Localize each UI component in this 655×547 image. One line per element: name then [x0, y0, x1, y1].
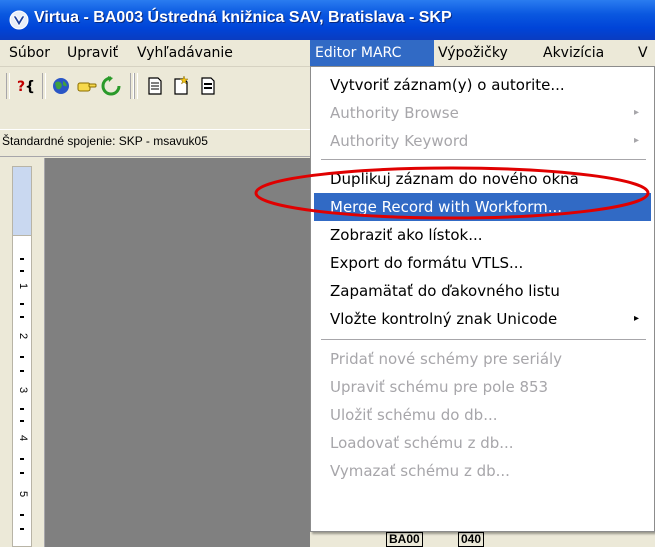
- ruler-tick: [20, 514, 24, 516]
- menu-item-vymazat-schemu[interactable]: Vymazať schému z db...: [314, 457, 651, 485]
- globe-icon[interactable]: [50, 75, 72, 97]
- menu-item-authority-browse[interactable]: Authority Browse ▸: [314, 99, 651, 127]
- document-list-icon[interactable]: [196, 75, 218, 97]
- svg-text:?: ?: [17, 79, 25, 95]
- menu-item-upravit-schemu[interactable]: Upraviť schému pre pole 853: [314, 373, 651, 401]
- menu-akvizicia[interactable]: Akvizícia: [538, 40, 609, 66]
- ruler-selection: [12, 166, 32, 236]
- connection-status: Štandardné spojenie: SKP - msavuk05: [2, 134, 208, 148]
- new-document-icon[interactable]: [170, 75, 192, 97]
- toolbar-grip[interactable]: [6, 73, 10, 99]
- query-icon[interactable]: ? {: [16, 75, 38, 97]
- menu-item-merge-record[interactable]: Merge Record with Workform...: [314, 193, 651, 221]
- connection-status-bar: Štandardné spojenie: SKP - msavuk05: [0, 129, 310, 157]
- ruler-label-2: 2: [17, 332, 29, 340]
- menu-item-zapamatat[interactable]: Zapamätať do ďakovného listu: [314, 277, 651, 305]
- toolbar-separator-2: [134, 73, 138, 99]
- menu-item-vlozte-unicode[interactable]: Vložte kontrolný znak Unicode ▸: [314, 305, 651, 333]
- menu-separator: [321, 159, 646, 161]
- menu-item-label: Vymazať schému z db...: [330, 462, 510, 480]
- menu-item-export-vtls[interactable]: Export do formátu VTLS...: [314, 249, 651, 277]
- record-strip: BA00 040: [310, 530, 655, 547]
- menu-item-label: Zapamätať do ďakovného listu: [330, 282, 560, 300]
- menu-item-label: Vložte kontrolný znak Unicode: [330, 310, 558, 328]
- editor-marc-dropdown: Vytvoriť záznam(y) o autorite... Authori…: [310, 66, 655, 532]
- menu-item-duplikuj-zaznam[interactable]: Duplikuj záznam do nového okna: [314, 165, 651, 193]
- menu-bar: Súbor Upraviť Vyhľadávanie Editor MARC V…: [0, 40, 655, 67]
- ruler-label-4: 4: [17, 434, 29, 442]
- menu-upravit[interactable]: Upraviť: [62, 40, 123, 66]
- menu-item-label: Authority Browse: [330, 104, 459, 122]
- document-icon[interactable]: [144, 75, 166, 97]
- svg-text:{: {: [25, 79, 35, 95]
- menu-item-label: Loadovať schému z db...: [330, 434, 514, 452]
- record-cell[interactable]: 040: [458, 532, 485, 547]
- ruler-label-1: 1: [17, 282, 29, 290]
- toolbar: ? {: [0, 67, 310, 127]
- menu-item-label: Export do formátu VTLS...: [330, 254, 524, 272]
- menu-vypozicky[interactable]: Výpožičky: [433, 40, 513, 66]
- menu-item-vytvorit-zaznam-o-autorite[interactable]: Vytvoriť záznam(y) o autorite...: [314, 71, 651, 99]
- menu-separator: [321, 339, 646, 341]
- menu-item-label: Vytvoriť záznam(y) o autorite...: [330, 76, 565, 94]
- menu-item-pridat-schemy[interactable]: Pridať nové schémy pre seriály: [314, 345, 651, 373]
- menu-item-label: Merge Record with Workform...: [330, 198, 563, 216]
- submenu-arrow-icon: ▸: [633, 107, 639, 118]
- menu-item-label: Uložiť schému do db...: [330, 406, 498, 424]
- ruler-tick: [20, 356, 24, 358]
- menu-item-label: Upraviť schému pre pole 853: [330, 378, 549, 396]
- ruler-label-3: 3: [17, 386, 29, 394]
- vertical-ruler: 1 2 3 4 5: [0, 158, 45, 547]
- submenu-arrow-icon: ▸: [633, 135, 639, 146]
- toolbar-separator: [42, 73, 46, 99]
- menu-item-zobrazit-ako-listok[interactable]: Zobraziť ako lístok...: [314, 221, 651, 249]
- title-bar[interactable]: Virtua - BA003 Ústredná knižnica SAV, Br…: [0, 0, 655, 40]
- application-window: Virtua - BA003 Ústredná knižnica SAV, Br…: [0, 0, 655, 547]
- menu-item-label: Authority Keyword: [330, 132, 469, 150]
- menu-item-label: Zobraziť ako lístok...: [330, 226, 483, 244]
- document-workspace[interactable]: [45, 158, 310, 547]
- ruler-tick: [20, 370, 24, 372]
- menu-vyhladavanie[interactable]: Vyhľadávanie: [132, 40, 238, 66]
- ruler-tick: [20, 528, 24, 530]
- ruler-tick: [20, 472, 24, 474]
- menu-item-label: Duplikuj záznam do nového okna: [330, 170, 579, 188]
- menu-item-ulozit-schemu[interactable]: Uložiť schému do db...: [314, 401, 651, 429]
- record-cell[interactable]: BA00: [386, 532, 423, 547]
- submenu-arrow-icon: ▸: [633, 313, 639, 324]
- menu-item-authority-keyword[interactable]: Authority Keyword ▸: [314, 127, 651, 155]
- window-title: Virtua - BA003 Ústredná knižnica SAV, Br…: [34, 9, 452, 26]
- menu-more[interactable]: V: [633, 40, 653, 66]
- hand-pointer-icon[interactable]: [76, 75, 98, 97]
- ruler-tick: [20, 303, 24, 305]
- ruler-tick: [20, 258, 24, 260]
- virtua-app-icon: [9, 10, 29, 30]
- menu-editor-marc[interactable]: Editor MARC: [310, 40, 434, 66]
- menu-item-loadovat-schemu[interactable]: Loadovať schému z db...: [314, 429, 651, 457]
- ruler-label-5: 5: [17, 490, 29, 498]
- ruler-tick: [20, 316, 24, 318]
- menu-subor[interactable]: Súbor: [4, 40, 55, 66]
- ruler-tick: [20, 458, 24, 460]
- ruler-tick: [20, 420, 24, 422]
- ruler-tick: [20, 270, 24, 272]
- menu-item-label: Pridať nové schémy pre seriály: [330, 350, 563, 368]
- ruler-tick: [20, 408, 24, 410]
- refresh-icon[interactable]: [100, 75, 122, 97]
